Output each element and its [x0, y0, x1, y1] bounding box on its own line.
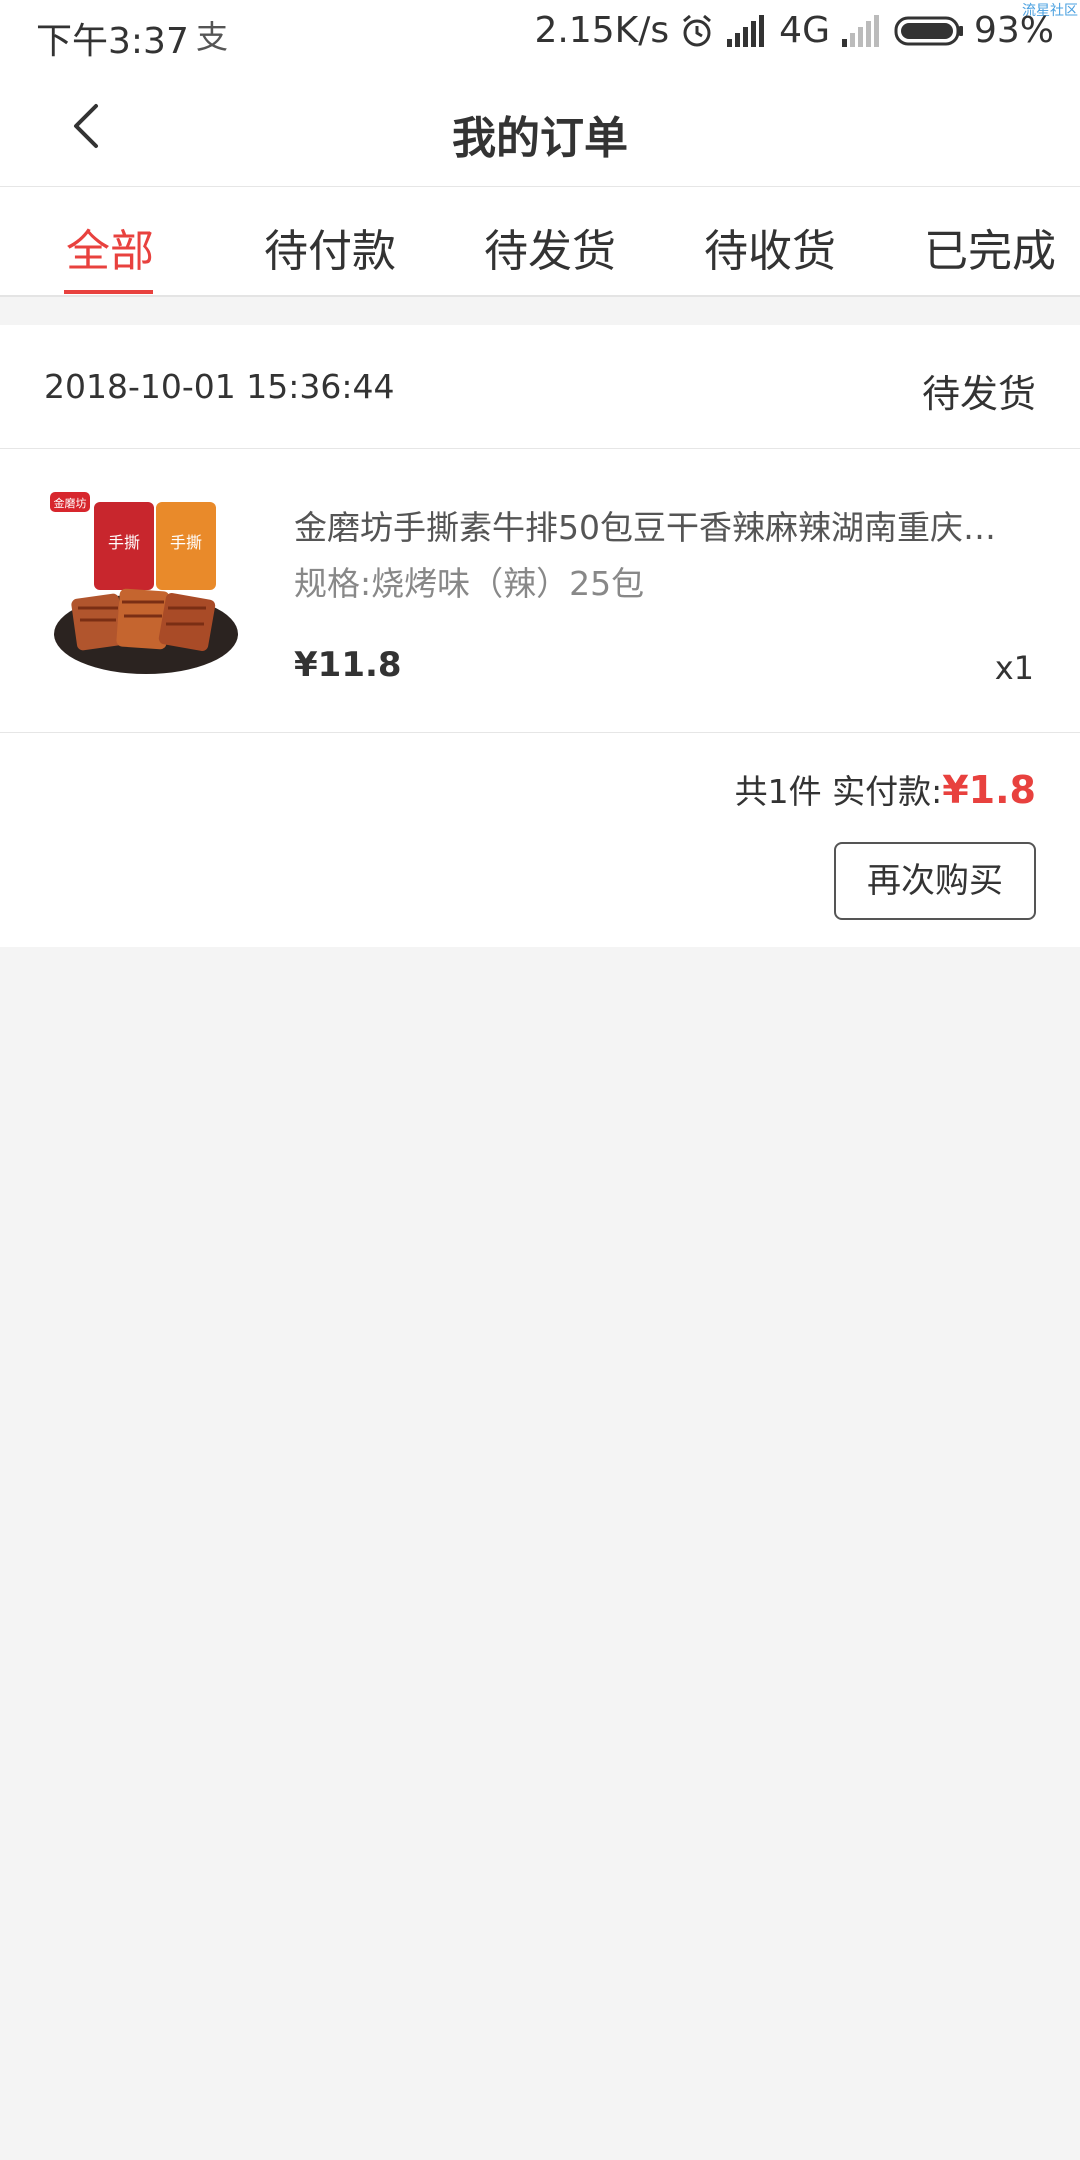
order-card[interactable]: 2018-10-01 15:36:44 待发货 手撕 手撕 金磨坊 金磨坊手撕素…	[0, 325, 1080, 947]
status-bar: 下午3:37 支 流星社区 2.15K/s 4G 93%	[0, 0, 1080, 68]
buy-again-button[interactable]: 再次购买	[834, 842, 1036, 920]
active-tab-indicator	[64, 290, 153, 294]
status-time: 下午3:37	[36, 21, 189, 62]
paid-amount: ¥1.8	[942, 768, 1036, 812]
order-status: 待发货	[921, 372, 1036, 416]
tab-pending-receipt[interactable]: 待收货	[704, 215, 836, 279]
battery-icon	[894, 16, 963, 45]
alarm-icon	[683, 14, 712, 46]
product-spec: 规格:烧烤味（辣）25包	[294, 564, 645, 603]
tab-all[interactable]: 全部	[66, 215, 154, 279]
summary-text: 共1件 实付款:	[734, 772, 943, 811]
battery-percent: 93%	[973, 10, 1054, 51]
pack-text-right: 手撕	[170, 533, 202, 552]
order-datetime: 2018-10-01 15:36:44	[44, 367, 395, 406]
page-title: 我的订单	[452, 113, 628, 164]
product-quantity: x1	[994, 649, 1034, 687]
alipay-icon: 支	[196, 18, 229, 56]
product-image: 手撕 手撕 金磨坊	[44, 484, 244, 684]
signal-icon	[727, 14, 765, 47]
brand-logo-text: 金磨坊	[54, 496, 87, 510]
order-header: 2018-10-01 15:36:44 待发货	[0, 325, 1080, 449]
order-tabs: 全部 待付款 待发货 待收货 已完成	[0, 187, 1080, 297]
tab-pending-payment[interactable]: 待付款	[264, 215, 396, 279]
product-price: ¥11.8	[294, 645, 402, 685]
order-product[interactable]: 手撕 手撕 金磨坊 金磨坊手撕素牛排50包豆干香辣麻辣湖南重庆素肉零食小吃 规格…	[0, 449, 1080, 733]
signal-weak-icon	[841, 14, 879, 47]
pack-text-left: 手撕	[108, 533, 140, 552]
tab-pending-shipment[interactable]: 待发货	[484, 215, 616, 279]
status-right: 2.15K/s 4G 93%	[535, 10, 1054, 51]
nav-bar: 我的订单	[0, 68, 1080, 187]
tab-completed[interactable]: 已完成	[924, 215, 1056, 279]
order-summary: 共1件 实付款:¥1.8	[735, 765, 1036, 813]
net-speed: 2.15K/s	[534, 10, 670, 51]
network-type: 4G	[779, 10, 830, 51]
product-title[interactable]: 金磨坊手撕素牛排50包豆干香辣麻辣湖南重庆素肉零食小吃	[294, 501, 1024, 549]
